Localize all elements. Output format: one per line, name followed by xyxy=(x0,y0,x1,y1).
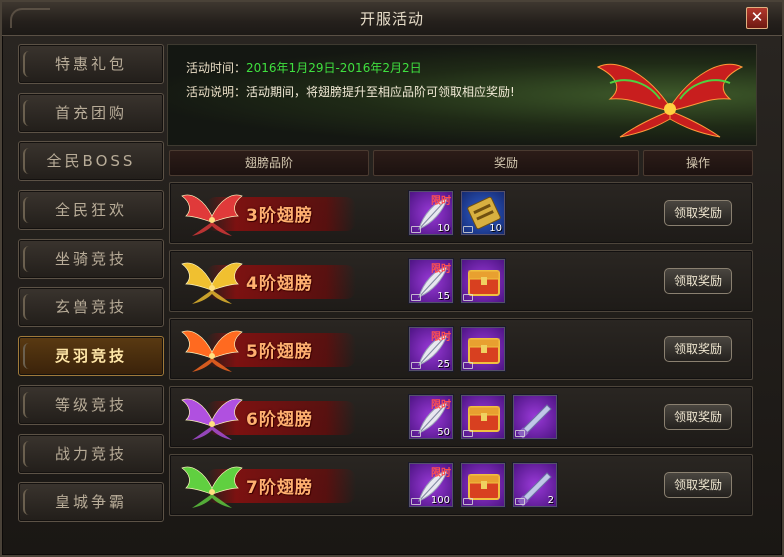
title-bar: 开服活动 ✕ xyxy=(2,2,782,36)
claim-reward-button[interactable]: 领取奖励 xyxy=(664,404,732,430)
bound-icon xyxy=(411,498,421,505)
item-count: 50 xyxy=(437,427,450,438)
bound-icon xyxy=(463,430,473,437)
reward-item-chest[interactable] xyxy=(460,258,506,304)
event-window: 开服活动 ✕ 特惠礼包首充团购全民BOSS 全民狂欢坐骑竞技玄兽竞技灵羽竞技等级竞… xyxy=(0,0,784,557)
reward-item-blade[interactable] xyxy=(512,394,558,440)
reward-item-scroll[interactable]: 10 xyxy=(460,190,506,236)
bound-icon xyxy=(463,226,473,233)
sidebar-item[interactable]: 特惠礼包 xyxy=(18,44,164,84)
table-header: 翅膀品阶 奖励 操作 xyxy=(167,150,757,176)
event-desc-value: 活动期间，将翅膀提升至相应品阶可领取相应奖励! xyxy=(246,85,515,99)
reward-item-blade[interactable]: 2 xyxy=(512,462,558,508)
sidebar-item[interactable]: 皇城争霸 xyxy=(18,482,164,523)
bound-icon xyxy=(463,294,473,301)
wing-icon xyxy=(180,322,244,376)
event-time-line: 活动时间：2016年1月29日-2016年2月2日 xyxy=(186,59,422,76)
reward-item-chest[interactable] xyxy=(460,462,506,508)
tier-label: 6阶翅膀 xyxy=(246,410,313,430)
bound-icon xyxy=(411,226,421,233)
wing-icon xyxy=(180,254,244,308)
tier-label: 7阶翅膀 xyxy=(246,478,313,498)
item-count: 15 xyxy=(437,291,450,302)
reward-row: 5阶翅膀 限时 25 领取奖励 xyxy=(169,318,753,380)
banner-wings-icon xyxy=(596,63,744,138)
sidebar: 特惠礼包首充团购全民BOSS 全民狂欢坐骑竞技玄兽竞技灵羽竞技等级竞技战力竞技皇城… xyxy=(18,44,164,531)
reward-row: 6阶翅膀 限时 50 领取奖励 xyxy=(169,386,753,448)
item-count: 25 xyxy=(437,359,450,370)
event-time-value: 2016年1月29日-2016年2月2日 xyxy=(246,61,422,75)
bound-icon xyxy=(515,430,525,437)
bound-icon xyxy=(411,294,421,301)
tier-label: 3阶翅膀 xyxy=(246,206,313,226)
bound-icon xyxy=(411,362,421,369)
reward-row: 4阶翅膀 限时 15 领取奖励 xyxy=(169,250,753,312)
limited-tag: 限时 xyxy=(431,264,451,275)
sidebar-item[interactable]: 全民BOSS xyxy=(18,141,164,182)
content-area: 活动时间：2016年1月29日-2016年2月2日 活动说明：活动期间，将翅膀提… xyxy=(167,44,757,554)
claim-reward-button[interactable]: 领取奖励 xyxy=(664,336,732,362)
sidebar-item[interactable]: 全民狂欢 xyxy=(18,190,164,231)
sidebar-item[interactable]: 首充团购 xyxy=(18,92,164,133)
bound-icon xyxy=(411,430,421,437)
sidebar-item[interactable]: 战力竞技 xyxy=(18,433,164,474)
close-icon: ✕ xyxy=(750,8,764,26)
tier-label: 5阶翅膀 xyxy=(246,342,313,362)
reward-item-chest[interactable] xyxy=(460,394,506,440)
reward-item-feather[interactable]: 限时 25 xyxy=(408,326,454,372)
sidebar-item[interactable]: 坐骑竞技 xyxy=(18,238,164,279)
item-count: 10 xyxy=(437,223,450,234)
reward-item-feather[interactable]: 限时 15 xyxy=(408,258,454,304)
bound-icon xyxy=(463,362,473,369)
claim-reward-button[interactable]: 领取奖励 xyxy=(664,200,732,226)
reward-item-chest[interactable] xyxy=(460,326,506,372)
reward-item-feather[interactable]: 限时 100 xyxy=(408,462,454,508)
limited-tag: 限时 xyxy=(431,468,451,479)
reward-row: 3阶翅膀 限时 10 10 领取奖励 xyxy=(169,182,753,244)
reward-row: 7阶翅膀 限时 100 2 领取奖励 xyxy=(169,454,753,516)
limited-tag: 限时 xyxy=(431,400,451,411)
bound-icon xyxy=(463,498,473,505)
tier-label: 4阶翅膀 xyxy=(246,274,313,294)
close-button[interactable]: ✕ xyxy=(746,7,768,29)
reward-item-feather[interactable]: 限时 10 xyxy=(408,190,454,236)
claim-reward-button[interactable]: 领取奖励 xyxy=(664,472,732,498)
sidebar-item[interactable]: 玄兽竞技 xyxy=(18,287,164,328)
item-count: 10 xyxy=(489,223,502,234)
event-banner: 活动时间：2016年1月29日-2016年2月2日 活动说明：活动期间，将翅膀提… xyxy=(167,44,757,146)
event-desc-line: 活动说明：活动期间，将翅膀提升至相应品阶可领取相应奖励! xyxy=(186,83,515,100)
event-desc-label: 活动说明： xyxy=(186,85,247,99)
sidebar-item[interactable]: 灵羽竞技 xyxy=(18,336,164,377)
reward-item-feather[interactable]: 限时 50 xyxy=(408,394,454,440)
limited-tag: 限时 xyxy=(431,332,451,343)
item-count: 100 xyxy=(430,495,450,506)
window-title: 开服活动 xyxy=(359,10,424,28)
item-count: 2 xyxy=(547,495,554,506)
wing-icon xyxy=(180,390,244,444)
header-grade: 翅膀品阶 xyxy=(169,150,369,176)
header-reward: 奖励 xyxy=(373,150,639,176)
header-action: 操作 xyxy=(643,150,753,176)
bound-icon xyxy=(515,498,525,505)
limited-tag: 限时 xyxy=(431,196,451,207)
wing-icon xyxy=(180,186,244,240)
sidebar-item[interactable]: 等级竞技 xyxy=(18,384,164,425)
event-time-label: 活动时间： xyxy=(186,61,247,75)
claim-reward-button[interactable]: 领取奖励 xyxy=(664,268,732,294)
wing-icon xyxy=(180,458,244,512)
